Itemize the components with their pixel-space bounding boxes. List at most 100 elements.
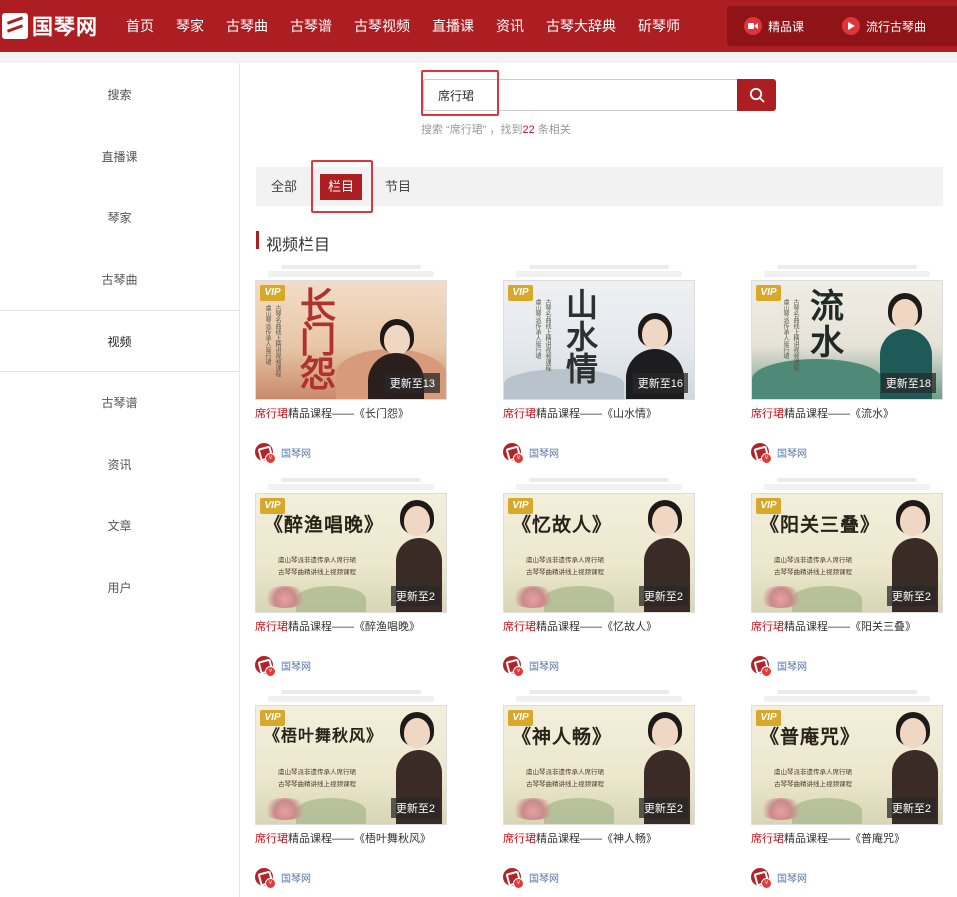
card-author[interactable]: 国琴网 [503,868,559,889]
stack-decoration [529,478,669,482]
thumb-vertical-text: 古琴名曲线上精讲视频课程 [544,299,551,371]
nav-item-guqinqu[interactable]: 古琴曲 [226,16,268,36]
sidebar-item-users[interactable]: 用户 [0,556,239,618]
card-author[interactable]: 国琴网 [751,868,807,889]
video-thumbnail[interactable]: VIP 流水 虞山琴派传承人席行珺 古琴名曲线上精讲视频课程 更新至18 [751,280,943,400]
card-author[interactable]: 国琴网 [255,868,311,889]
popular-songs-button[interactable]: 流行古琴曲 [842,17,926,35]
nav-item-live[interactable]: 直播课 [432,16,474,36]
author-avatar-icon [255,868,276,889]
title-highlight: 席行珺 [751,621,784,633]
nav-right-panel: 精品课 流行古琴曲 [727,6,957,46]
author-name: 国琴网 [777,873,807,885]
card-author[interactable]: 国琴网 [751,443,807,464]
update-badge: 更新至2 [886,798,936,818]
card-title[interactable]: 席行珺精品课程——《长门怨》 [255,405,409,421]
video-thumbnail[interactable]: VIP 《阳关三叠》 虞山琴派非遗传承人席行珺 古琴琴曲精讲线上视频课程 更新至2 [751,493,943,613]
video-thumbnail[interactable]: VIP 山水情 虞山琴派传承人席行珺 古琴名曲线上精讲视频课程 更新至16 [503,280,695,400]
card-author[interactable]: 国琴网 [255,443,311,464]
vip-badge: VIP [260,285,285,301]
title-highlight: 席行珺 [503,621,536,633]
video-thumbnail[interactable]: VIP 《忆故人》 虞山琴派非遗传承人席行珺 古琴琴曲精讲线上视频课程 更新至2 [503,493,695,613]
premium-course-label: 精品课 [768,19,805,34]
sidebar-item-search[interactable]: 搜索 [0,63,239,125]
title-highlight: 席行珺 [255,408,288,420]
card-author[interactable]: 国琴网 [503,443,559,464]
logo-qin-icon [2,13,28,39]
stack-decoration [764,484,930,490]
title-text: 精品课程——《山水情》 [536,408,657,420]
card-author[interactable]: 国琴网 [255,656,311,677]
sidebar-item-qinjia[interactable]: 琴家 [0,186,239,248]
stack-decoration [268,484,434,490]
tab-programs[interactable]: 节目 [377,174,419,200]
stack-decoration [281,690,421,694]
video-thumbnail[interactable]: VIP 《神人畅》 虞山琴派非遗传承人席行珺 古琴琴曲精讲线上视频课程 更新至2 [503,705,695,825]
author-name: 国琴网 [529,661,559,673]
header-divider [0,52,957,63]
stack-decoration [281,265,421,269]
nav-item-dictionary[interactable]: 古琴大辞典 [546,16,616,36]
title-highlight: 席行珺 [503,833,536,845]
card-title[interactable]: 席行珺精品课程——《山水情》 [503,405,657,421]
nav-item-qinjia[interactable]: 琴家 [176,16,204,36]
search-button[interactable] [737,79,776,111]
thumb-title-art: 《醉渔唱晚》 [264,514,385,536]
card-author[interactable]: 国琴网 [503,656,559,677]
nav-item-guqinpu[interactable]: 古琴谱 [290,16,332,36]
video-thumbnail[interactable]: VIP 《普庵咒》 虞山琴派非遗传承人席行珺 古琴琴曲精讲线上视频课程 更新至2 [751,705,943,825]
tab-columns[interactable]: 栏目 [320,174,363,200]
stack-decoration [777,690,917,694]
thumb-title-art: 《普庵咒》 [760,726,861,748]
video-camera-icon [744,17,762,35]
card-title[interactable]: 席行珺精品课程——《普庵咒》 [751,830,905,846]
thumb-title-art: 《忆故人》 [512,514,613,536]
title-highlight: 席行珺 [255,833,288,845]
update-badge: 更新至2 [638,586,688,606]
thumb-lotus [262,586,308,608]
search-result-summary: 搜索 “席行珺” ，找到22 条相关 [421,121,571,137]
vip-badge: VIP [756,710,781,726]
thumb-title-art: 长门怨 [300,285,337,395]
stack-decoration [281,478,421,482]
video-thumbnail[interactable]: VIP 长门怨 虞山琴派传承人席行珺 古琴名曲线上精讲视频课程 更新至13 [255,280,447,400]
thumb-title-art: 《神人畅》 [512,726,613,748]
card-author[interactable]: 国琴网 [751,656,807,677]
author-name: 国琴网 [529,448,559,460]
sidebar-item-video[interactable]: 视频 [0,310,239,372]
tab-all[interactable]: 全部 [263,174,305,200]
nav-item-news[interactable]: 资讯 [496,16,524,36]
video-thumbnail[interactable]: VIP 《醉渔唱晚》 虞山琴派非遗传承人席行珺 古琴琴曲精讲线上视频课程 更新至2 [255,493,447,613]
nav-item-luthier[interactable]: 斫琴师 [638,16,680,36]
sidebar-item-articles[interactable]: 文章 [0,494,239,556]
card-title[interactable]: 席行珺精品课程——《忆故人》 [503,618,657,634]
card-title[interactable]: 席行珺精品课程——《神人畅》 [503,830,657,846]
nav-item-guqin-video[interactable]: 古琴视频 [354,16,410,36]
video-thumbnail[interactable]: VIP 《梧叶舞秋风》 虞山琴派非遗传承人席行珺 古琴琴曲精讲线上视频课程 更新至… [255,705,447,825]
card-title[interactable]: 席行珺精品课程——《梧叶舞秋风》 [255,830,431,846]
card-title[interactable]: 席行珺精品课程——《阳关三叠》 [751,618,916,634]
title-highlight: 席行珺 [503,408,536,420]
thumb-title-art: 山水情 [566,286,599,388]
update-badge: 更新至2 [390,586,440,606]
update-badge: 更新至2 [390,798,440,818]
thumb-vertical-text: 虞山琴派传承人席行珺 [264,305,271,365]
stack-decoration [268,271,434,277]
author-name: 国琴网 [281,661,311,673]
sidebar-item-guqinqu[interactable]: 古琴曲 [0,248,239,310]
sidebar: 搜索 直播课 琴家 古琴曲 视频 古琴谱 资讯 文章 用户 [0,63,240,897]
site-logo[interactable]: 国琴网 [0,8,98,44]
premium-course-button[interactable]: 精品课 [744,17,804,35]
author-avatar-icon [255,443,276,464]
thumb-title-art: 《阳关三叠》 [760,514,881,536]
nav-item-home[interactable]: 首页 [126,16,154,36]
search-input[interactable] [424,80,738,110]
title-text: 精品课程——《忆故人》 [536,621,657,633]
sidebar-item-news[interactable]: 资讯 [0,433,239,495]
logo-text: 国琴网 [32,14,98,39]
card-title[interactable]: 席行珺精品课程——《流水》 [751,405,894,421]
sidebar-item-guqinpu[interactable]: 古琴谱 [0,371,239,433]
result-prefix: 搜索 “席行珺” ，找到 [421,124,523,136]
card-title[interactable]: 席行珺精品课程——《醉渔唱晚》 [255,618,420,634]
sidebar-item-live[interactable]: 直播课 [0,125,239,187]
